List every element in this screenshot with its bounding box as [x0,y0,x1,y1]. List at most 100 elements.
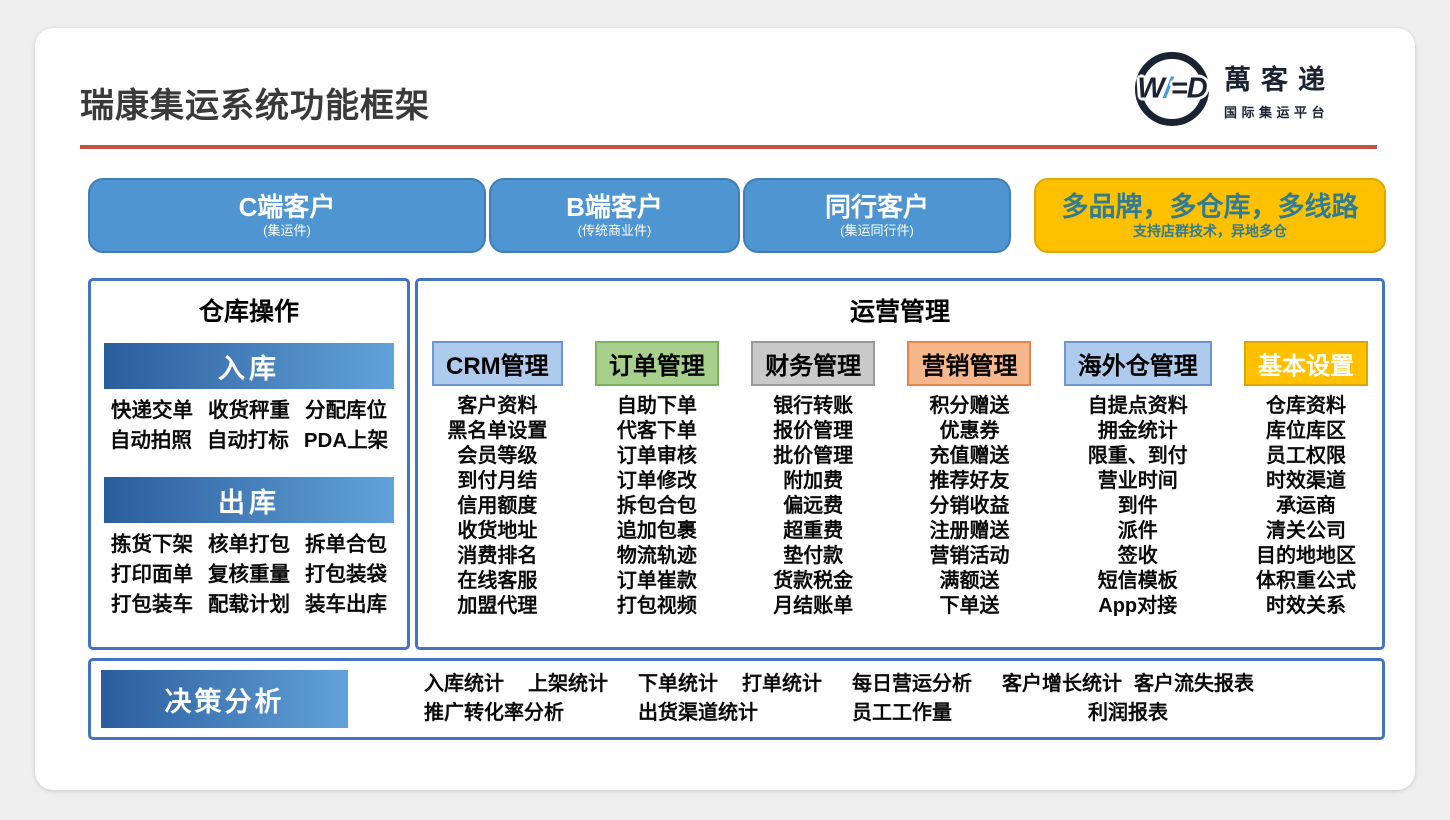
feature-item: 消费排名 [447,544,547,569]
ops-column-header-crm: CRM管理 [432,341,563,386]
feature-item: 拆单合包 [305,530,387,560]
segment-subtitle: (传统商业件) [578,223,652,239]
outbound-items: 拣货下架 核单打包 拆单合包 打印面单 复核重量 打包装袋 打包装车 配载计划 … [91,530,407,620]
feature-item: 清关公司 [1256,519,1356,544]
feature-item: 目的地地区 [1256,544,1356,569]
feature-item: 打包装车 [111,590,193,620]
logo-letters-kd: =D [1171,73,1207,105]
highlight-title: 多品牌，多仓库，多线路 [1062,191,1359,223]
feature-item: 打包装袋 [305,560,387,590]
feature-item: 员工工作量 [852,699,972,728]
ops-column-crm: CRM管理 客户资料 黑名单设置 会员等级 到付月结 信用额度 收货地址 消费排… [432,341,563,619]
feature-item: 营业时间 [1088,469,1188,494]
feature-item: 配载计划 [208,590,290,620]
feature-item: 客户增长统计 [1002,670,1122,699]
inbound-row: 快递交单 收货秤重 分配库位 [91,396,407,426]
decision-group-row: 客户增长统计 客户流失报表 [1002,670,1254,699]
feature-item: 订单审核 [617,444,697,469]
feature-item: App对接 [1088,594,1188,619]
feature-item: 满额送 [929,569,1009,594]
ops-column-items: 自助下单 代客下单 订单审核 订单修改 拆包合包 追加包裹 物流轨迹 订单崔款 … [617,394,697,619]
ops-column-overseas: 海外仓管理 自提点资料 拥金统计 限重、到付 营业时间 到件 派件 签收 短信模… [1064,341,1212,619]
decision-analysis-bar: 决策分析 [101,670,348,728]
ops-column-marketing: 营销管理 积分赠送 优惠券 充值赠送 推荐好友 分销收益 注册赠送 营销活动 满… [907,341,1031,619]
decision-groups: 入库统计 上架统计 推广转化率分析 下单统计 打单统计 出货渠道统计 每日营运分… [424,670,1254,728]
feature-item: 注册赠送 [929,519,1009,544]
ops-column-header-overseas: 海外仓管理 [1064,341,1212,386]
feature-item: 承运商 [1256,494,1356,519]
brand-name: 萬客递 [1224,58,1335,97]
ops-column-orders: 订单管理 自助下单 代客下单 订单审核 订单修改 拆包合包 追加包裹 物流轨迹 … [595,341,719,619]
feature-item: 派件 [1088,519,1188,544]
feature-item: 每日营运分析 [852,670,972,699]
feature-item: 限重、到付 [1088,444,1188,469]
feature-item: 客户资料 [447,394,547,419]
feature-item: 充值赠送 [929,444,1009,469]
wkd-logo-icon: W/=D [1135,52,1209,126]
feature-item: 分销收益 [929,494,1009,519]
feature-item: 出货渠道统计 [638,699,822,728]
ops-column-finance: 财务管理 银行转账 报价管理 批价管理 附加费 偏远费 超重费 垫付款 货款税金… [751,341,875,619]
feature-item: 加盟代理 [447,594,547,619]
outbound-section-bar: 出库 [104,477,394,523]
warehouse-panel-title: 仓库操作 [91,281,407,328]
feature-item: 营销活动 [929,544,1009,569]
ops-column-header-finance: 财务管理 [751,341,875,386]
segment-b-customers: B端客户 (传统商业件) [489,178,740,253]
ops-column-items: 银行转账 报价管理 批价管理 附加费 偏远费 超重费 垫付款 货款税金 月结账单 [773,394,853,619]
feature-item: 签收 [1088,544,1188,569]
decision-group: 客户增长统计 客户流失报表 利润报表 [1002,670,1254,728]
feature-item: 代客下单 [617,419,697,444]
page-title: 瑞康集运系统功能框架 [80,78,430,127]
feature-item: 上架统计 [528,670,608,699]
feature-item: 推荐好友 [929,469,1009,494]
feature-item: 自动打标 [207,426,289,456]
brand-logo: W/=D 萬客递 国际集运平台 [1135,52,1335,126]
feature-item: 自助下单 [617,394,697,419]
feature-item: 自动拍照 [110,426,192,456]
feature-item: 黑名单设置 [447,419,547,444]
feature-item: 垫付款 [773,544,853,569]
feature-item: 信用额度 [447,494,547,519]
feature-item: 附加费 [773,469,853,494]
feature-item: 超重费 [773,519,853,544]
outbound-row: 打包装车 配载计划 装车出库 [91,590,407,620]
ops-column-header-marketing: 营销管理 [907,341,1031,386]
feature-item: 拥金统计 [1088,419,1188,444]
feature-item: 积分赠送 [929,394,1009,419]
feature-item: 银行转账 [773,394,853,419]
feature-item: 订单崔款 [617,569,697,594]
multi-brand-highlight-card: 多品牌，多仓库，多线路 支持店群技术，异地多仓 [1034,178,1386,253]
feature-item: 员工权限 [1256,444,1356,469]
customer-segments-row: C端客户 (集运件) B端客户 (传统商业件) 同行客户 (集运同行件) 多品牌… [88,178,1386,253]
segment-subtitle: (集运件) [263,223,311,239]
brand-text: 萬客递 国际集运平台 [1224,58,1335,121]
warehouse-operations-panel: 仓库操作 入库 快递交单 收货秤重 分配库位 自动拍照 自动打标 PDA上架 出… [88,278,410,650]
decision-group: 下单统计 打单统计 出货渠道统计 [638,670,822,728]
feature-item: 时效渠道 [1256,469,1356,494]
feature-item: 报价管理 [773,419,853,444]
feature-item: 自提点资料 [1088,394,1188,419]
operations-columns: CRM管理 客户资料 黑名单设置 会员等级 到付月结 信用额度 收货地址 消费排… [418,328,1382,619]
feature-item: 打印面单 [111,560,193,590]
segment-peer-customers: 同行客户 (集运同行件) [743,178,1011,253]
segment-title: B端客户 [566,192,663,223]
feature-item: 客户流失报表 [1134,670,1254,699]
feature-item: 物流轨迹 [617,544,697,569]
feature-item: 收货地址 [447,519,547,544]
brand-subtitle: 国际集运平台 [1224,102,1335,121]
feature-item: 短信模板 [1088,569,1188,594]
ops-column-header-orders: 订单管理 [595,341,719,386]
feature-item: 订单修改 [617,469,697,494]
wkd-logo-mark: W/=D [1137,73,1206,106]
feature-item: 优惠券 [929,419,1009,444]
feature-item: 货款税金 [773,569,853,594]
slide-card: 瑞康集运系统功能框架 W/=D 萬客递 国际集运平台 C端客户 (集运件) B端… [35,28,1415,790]
feature-item: 到付月结 [447,469,547,494]
outbound-row: 打印面单 复核重量 打包装袋 [91,560,407,590]
feature-item: 打包视频 [617,594,697,619]
feature-item: 体积重公式 [1256,569,1356,594]
ops-column-settings: 基本设置 仓库资料 库位库区 员工权限 时效渠道 承运商 清关公司 目的地地区 … [1244,341,1368,619]
ops-column-items: 客户资料 黑名单设置 会员等级 到付月结 信用额度 收货地址 消费排名 在线客服… [447,394,547,619]
feature-item: 拆包合包 [617,494,697,519]
